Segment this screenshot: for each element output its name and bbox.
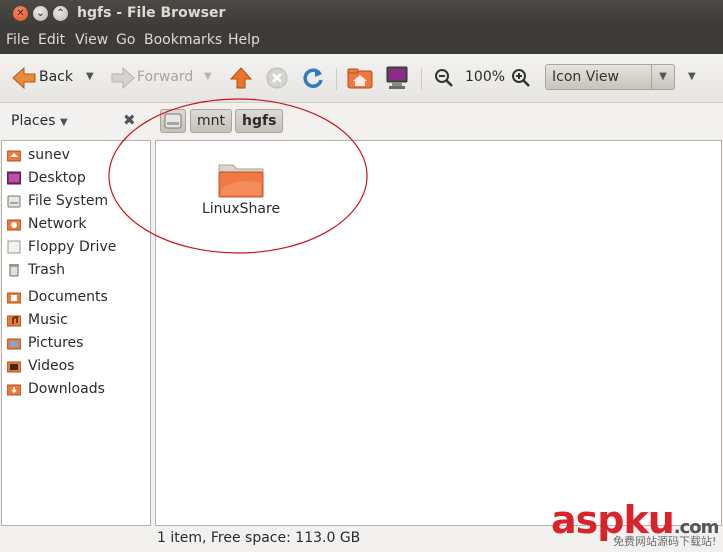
documents-folder-icon: [7, 292, 21, 304]
watermark-logo: aspku.com 免费网站源码下载站!: [551, 498, 721, 548]
sidebar-item-label: Downloads: [28, 381, 105, 397]
toolbar-overflow-dropdown[interactable]: ▼: [688, 71, 696, 82]
sidebar-item-trash[interactable]: Trash: [7, 260, 147, 280]
sidebar-item-floppy-drive[interactable]: Floppy Drive: [7, 237, 147, 257]
menu-file[interactable]: File: [6, 32, 29, 48]
close-sidebar-icon[interactable]: ✖: [123, 111, 136, 129]
breadcrumb-mnt[interactable]: mnt: [190, 109, 232, 133]
sidebar-item-desktop[interactable]: Desktop: [7, 168, 147, 188]
folder-icon: [218, 164, 264, 198]
places-label: Places: [11, 113, 56, 129]
sidebar-item-videos[interactable]: Videos: [7, 356, 147, 376]
chevron-down-icon: ▼: [59, 117, 68, 128]
zoom-in-icon[interactable]: [511, 66, 531, 90]
maximize-window-button[interactable]: ⌃: [53, 6, 68, 21]
breadcrumb-root[interactable]: [160, 109, 186, 133]
sidebar-item-file-system[interactable]: File System: [7, 191, 147, 211]
trash-icon: [9, 264, 19, 277]
sidebar-item-label: Floppy Drive: [28, 239, 117, 255]
sidebar-item-label: Trash: [28, 262, 65, 278]
sidebar-item-label: sunev: [28, 147, 70, 163]
back-arrow-icon[interactable]: [11, 66, 37, 90]
file-item-label: LinuxShare: [201, 201, 281, 217]
zoom-level[interactable]: 100%: [465, 69, 505, 85]
menu-view[interactable]: View: [75, 32, 108, 48]
sidebar-item-label: Documents: [28, 289, 108, 305]
sidebar-item-label: Desktop: [28, 170, 86, 186]
file-item[interactable]: LinuxShare: [196, 156, 286, 226]
menu-edit[interactable]: Edit: [38, 32, 65, 48]
back-button[interactable]: Back: [39, 69, 73, 85]
sidebar-item-label: Network: [28, 216, 87, 232]
view-mode-value: Icon View: [552, 69, 619, 85]
status-bar: 1 item, Free space: 113.0 GB: [157, 530, 361, 546]
places-sidebar: sunev Desktop File System Network Floppy…: [1, 140, 151, 526]
forward-button: Forward: [137, 69, 194, 85]
floppy-icon: [7, 240, 21, 254]
sidebar-item-label: Videos: [28, 358, 75, 374]
sidebar-item-label: Pictures: [28, 335, 84, 351]
file-icon-view[interactable]: LinuxShare: [155, 140, 722, 526]
toolbar-separator: [336, 68, 337, 90]
music-folder-icon: [7, 315, 21, 327]
close-window-button[interactable]: ✕: [13, 6, 28, 21]
sidebar-item-pictures[interactable]: Pictures: [7, 333, 147, 353]
drive-icon: [164, 113, 182, 129]
home-folder-icon[interactable]: [347, 66, 373, 90]
back-history-dropdown[interactable]: ▼: [86, 71, 94, 82]
window-title: hgfs - File Browser: [77, 5, 226, 21]
places-selector[interactable]: Places ▼: [11, 113, 68, 129]
home-folder-icon: [7, 150, 21, 162]
desktop-icon: [7, 171, 21, 185]
network-icon: [7, 219, 21, 231]
sidebar-item-downloads[interactable]: Downloads: [7, 379, 147, 399]
minimize-window-button[interactable]: ⌄: [33, 6, 48, 21]
title-bar: ✕ ⌄ ⌃ hgfs - File Browser: [0, 0, 723, 28]
stop-icon: [266, 67, 288, 89]
computer-icon[interactable]: [384, 66, 410, 90]
breadcrumb-hgfs[interactable]: hgfs: [235, 109, 284, 133]
forward-arrow-icon: [111, 66, 135, 90]
menu-bar: File Edit View Go Bookmarks Help: [0, 28, 723, 54]
drive-icon: [7, 195, 21, 208]
toolbar-separator: [421, 68, 422, 90]
sidebar-item-label: File System: [28, 193, 109, 209]
up-arrow-icon[interactable]: [229, 66, 253, 90]
sidebar-item-network[interactable]: Network: [7, 214, 147, 234]
sidebar-item-sunev[interactable]: sunev: [7, 145, 147, 165]
forward-history-dropdown: ▼: [204, 71, 212, 82]
menu-bookmarks[interactable]: Bookmarks: [144, 32, 222, 48]
videos-folder-icon: [7, 361, 21, 373]
downloads-folder-icon: [7, 384, 21, 396]
reload-icon[interactable]: [301, 66, 325, 90]
pictures-folder-icon: [7, 338, 21, 350]
sidebar-item-label: Music: [28, 312, 68, 328]
menu-help[interactable]: Help: [228, 32, 260, 48]
watermark-tagline: 免费网站源码下载站!: [613, 535, 717, 548]
sidebar-item-music[interactable]: Music: [7, 310, 147, 330]
menu-go[interactable]: Go: [116, 32, 135, 48]
sidebar-item-documents[interactable]: Documents: [7, 287, 147, 307]
zoom-out-icon[interactable]: [434, 66, 454, 90]
chevron-down-icon[interactable]: ▼: [651, 65, 674, 89]
view-mode-select[interactable]: Icon View ▼: [545, 64, 675, 90]
